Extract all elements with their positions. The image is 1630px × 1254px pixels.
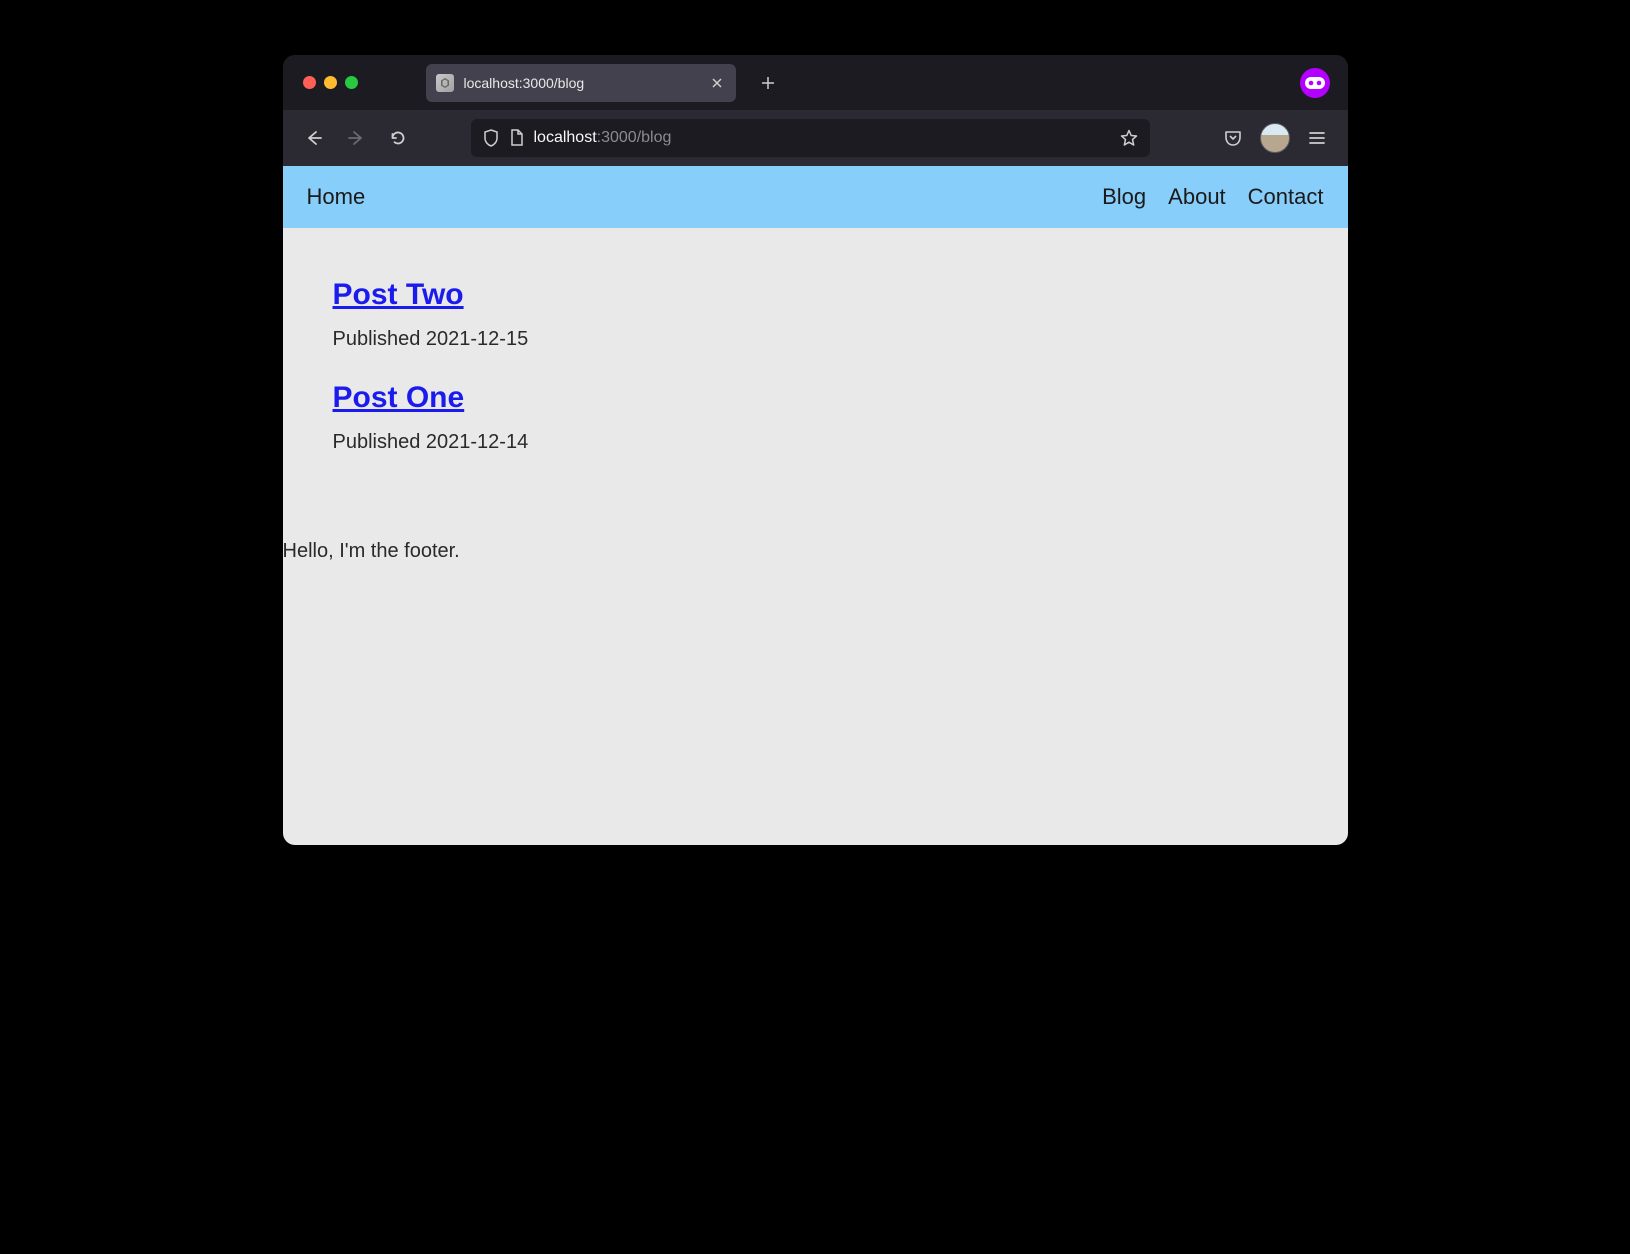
- tab-close-button[interactable]: [708, 74, 726, 92]
- tab-bar: localhost:3000/blog: [283, 55, 1348, 110]
- back-button[interactable]: [295, 119, 333, 157]
- window-minimize-button[interactable]: [324, 76, 337, 89]
- url-host: localhost: [534, 129, 597, 147]
- avatar: [1260, 123, 1290, 153]
- site-main: Post Two Published 2021-12-15 Post One P…: [283, 228, 1348, 524]
- browser-window: localhost:3000/blog: [283, 55, 1348, 845]
- url-path: :3000/blog: [597, 129, 672, 147]
- post-published: Published 2021-12-14: [333, 431, 1298, 454]
- forward-button[interactable]: [337, 119, 375, 157]
- shield-icon[interactable]: [483, 129, 499, 147]
- site-header: Home Blog About Contact: [283, 166, 1348, 228]
- reload-button[interactable]: [379, 119, 417, 157]
- nav-about[interactable]: About: [1168, 184, 1226, 210]
- page-icon: [509, 129, 524, 147]
- extension-mask-icon[interactable]: [1300, 68, 1330, 98]
- post-item: Post Two Published 2021-12-15: [333, 278, 1298, 351]
- bookmark-button[interactable]: [1120, 129, 1138, 147]
- post-title-link[interactable]: Post One: [333, 381, 465, 415]
- menu-button[interactable]: [1298, 119, 1336, 157]
- url-text: localhost:3000/blog: [534, 129, 1110, 147]
- post-item: Post One Published 2021-12-14: [333, 381, 1298, 454]
- nav-home[interactable]: Home: [307, 184, 366, 210]
- account-button[interactable]: [1256, 119, 1294, 157]
- nav-blog[interactable]: Blog: [1102, 184, 1146, 210]
- window-maximize-button[interactable]: [345, 76, 358, 89]
- site-nav: Blog About Contact: [1102, 184, 1323, 210]
- nav-contact[interactable]: Contact: [1248, 184, 1324, 210]
- pocket-button[interactable]: [1214, 119, 1252, 157]
- toolbar: localhost:3000/blog: [283, 110, 1348, 166]
- window-controls: [303, 76, 358, 89]
- window-close-button[interactable]: [303, 76, 316, 89]
- tab-favicon-icon: [436, 74, 454, 92]
- post-published: Published 2021-12-15: [333, 328, 1298, 351]
- site-footer: Hello, I'm the footer.: [283, 524, 1348, 583]
- address-bar[interactable]: localhost:3000/blog: [471, 119, 1150, 157]
- tab-title: localhost:3000/blog: [464, 75, 698, 91]
- browser-tab[interactable]: localhost:3000/blog: [426, 64, 736, 102]
- new-tab-button[interactable]: [752, 67, 784, 99]
- post-title-link[interactable]: Post Two: [333, 278, 464, 312]
- page-viewport: Home Blog About Contact Post Two Publish…: [283, 166, 1348, 845]
